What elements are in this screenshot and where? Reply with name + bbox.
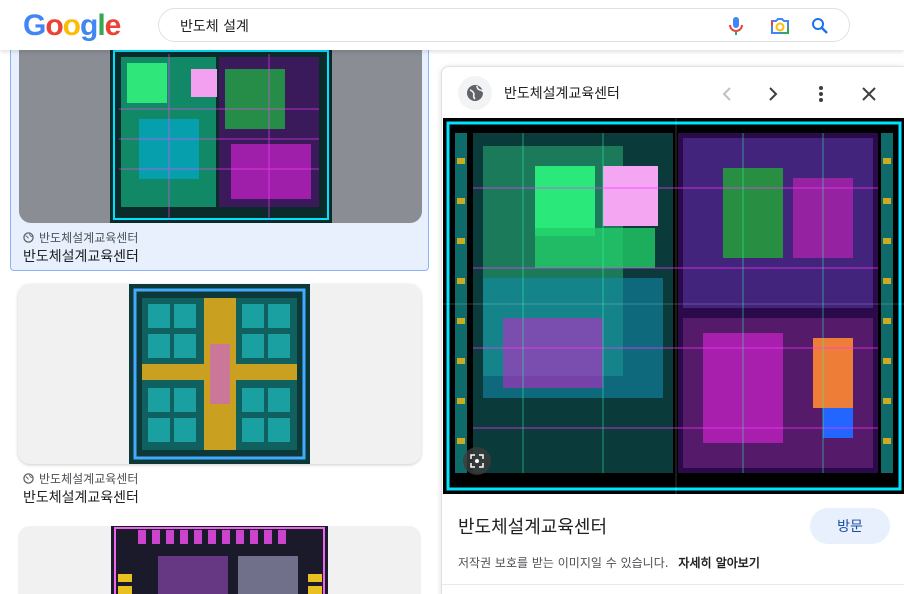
chevron-left-icon[interactable] — [712, 79, 742, 109]
close-icon[interactable] — [854, 79, 884, 109]
result-source-label: 반도체설계교육센터 — [39, 472, 139, 486]
result-thumbnail[interactable] — [19, 49, 422, 223]
chip-layout-image — [129, 284, 310, 464]
globe-icon[interactable] — [458, 76, 492, 110]
result-title[interactable]: 반도체설계교육센터 — [23, 487, 139, 507]
chevron-right-icon[interactable] — [758, 79, 788, 109]
copyright-text: 저작권 보호를 받는 이미지일 수 있습니다. — [458, 556, 669, 570]
microphone-icon[interactable] — [725, 15, 747, 37]
google-logo[interactable]: Google — [23, 8, 122, 44]
chip-layout-image — [443, 118, 904, 494]
result-source[interactable]: 반도체설계교육센터 — [23, 470, 138, 487]
learn-more-link[interactable]: 자세히 알아보기 — [678, 556, 759, 570]
logo-letter: o — [45, 9, 63, 42]
camera-lens-icon[interactable] — [769, 15, 791, 37]
logo-letter: o — [62, 9, 81, 42]
chip-layout-image — [111, 526, 328, 594]
panel-source-name[interactable]: 반도체설계교육센터 — [504, 83, 620, 103]
logo-letter: G — [23, 9, 46, 42]
preview-image[interactable] — [443, 118, 904, 494]
visit-button[interactable]: 방문 — [810, 508, 890, 544]
globe-icon — [23, 232, 34, 243]
header: Google 반도체 설계 — [0, 0, 904, 50]
search-input[interactable]: 반도체 설계 — [180, 16, 249, 36]
result-source[interactable]: 반도체설계교육센터 — [23, 229, 138, 246]
result-thumbnail[interactable] — [18, 526, 421, 594]
image-search-page: Google 반도체 설계 반도체설계교육센터 반도체설계교육센터 반도체설계교… — [0, 0, 904, 594]
result-thumbnail[interactable] — [18, 284, 421, 464]
logo-letter: e — [104, 9, 122, 42]
search-icon[interactable] — [809, 15, 831, 37]
result-title[interactable]: 반도체설계교육센터 — [23, 246, 139, 266]
copyright-notice: 저작권 보호를 받는 이미지일 수 있습니다. 자세히 알아보기 — [458, 554, 760, 571]
globe-icon — [23, 473, 34, 484]
result-source-label: 반도체설계교육센터 — [39, 231, 139, 245]
panel-title[interactable]: 반도체설계교육센터 — [458, 513, 607, 539]
more-vert-icon[interactable] — [806, 79, 836, 109]
image-preview-panel: 반도체설계교육센터 반도체설계교육센터 방문 저작권 보호를 받는 이미지일 수… — [441, 66, 904, 594]
logo-letter: g — [80, 9, 98, 42]
logo-letter: l — [97, 9, 105, 42]
divider — [442, 584, 904, 585]
lens-icon[interactable] — [463, 447, 491, 475]
chip-layout-image — [110, 49, 332, 223]
result-card-selected[interactable]: 반도체설계교육센터 반도체설계교육센터 — [10, 40, 429, 271]
search-box[interactable]: 반도체 설계 — [158, 8, 850, 42]
